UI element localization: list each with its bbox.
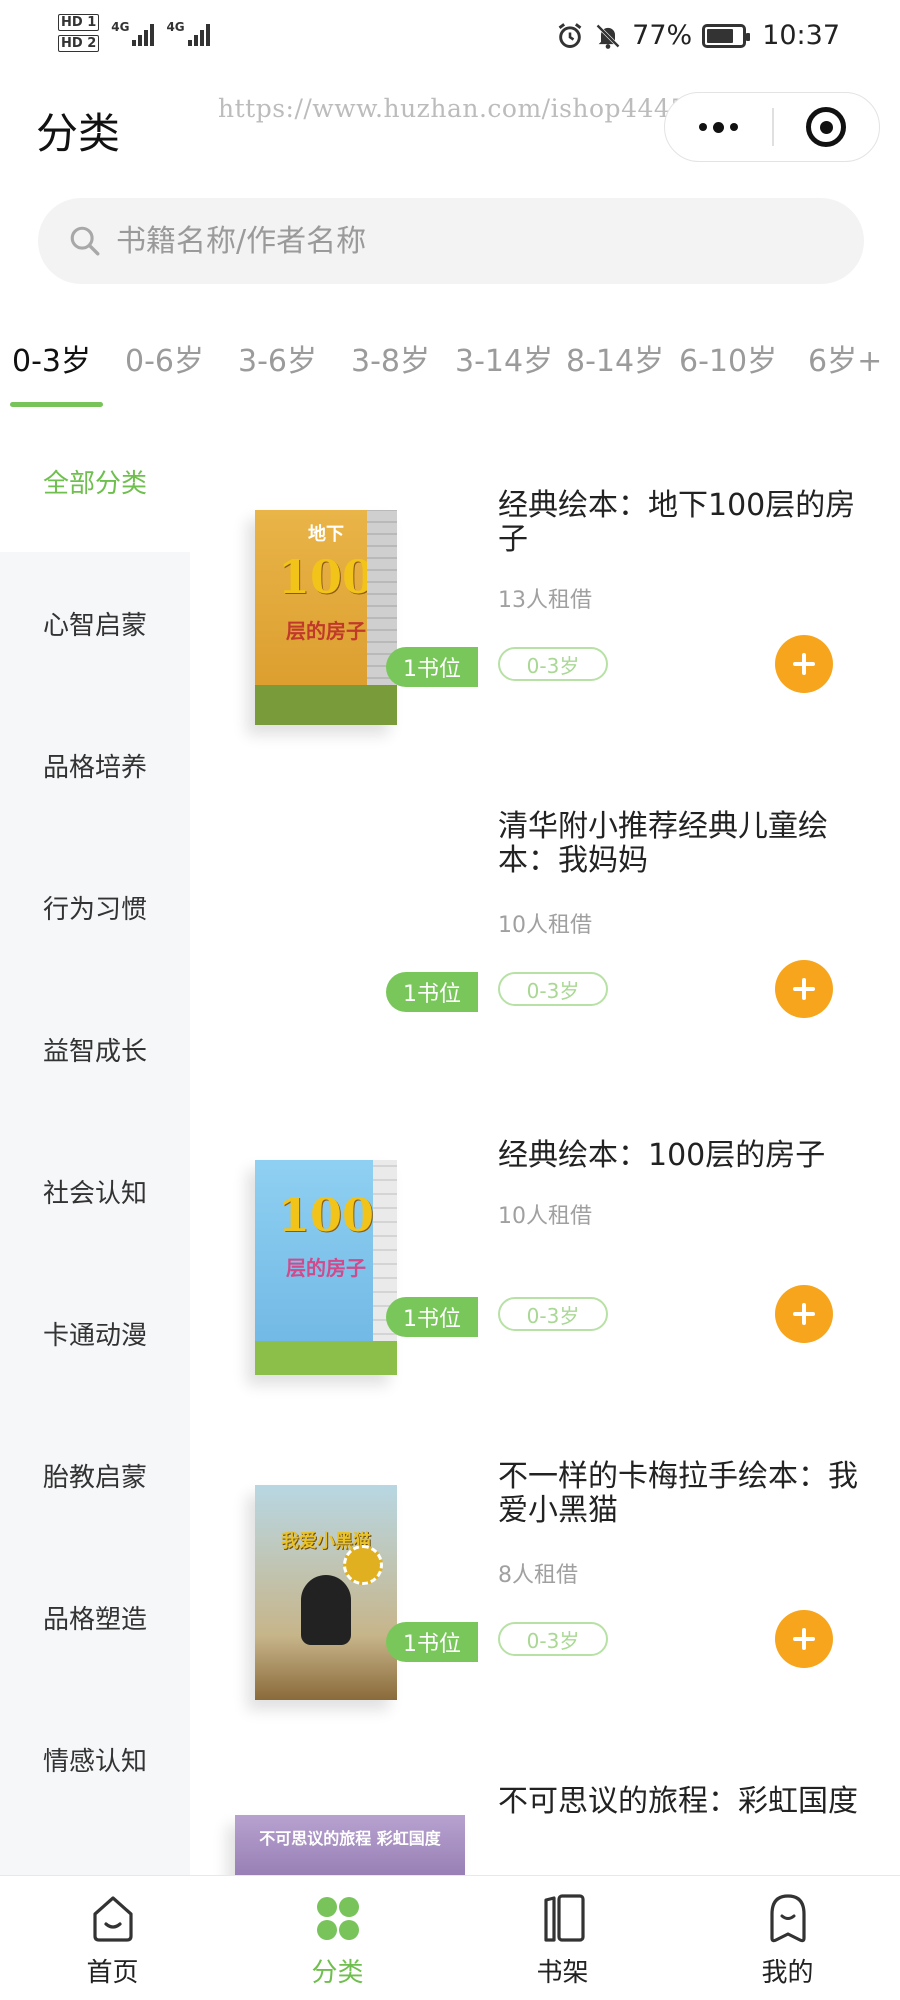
age-tag: 0-3岁	[498, 1297, 608, 1331]
plus-icon	[793, 1628, 815, 1650]
tab-age-6-10[interactable]: 6-10岁	[679, 336, 777, 380]
book-card[interactable]: 1书位 清华附小推荐经典儿童绘本：我妈妈 10人租借 0-3岁	[210, 810, 890, 1135]
rent-count: 13人租借	[498, 588, 592, 613]
sim2-badge: HD 2	[58, 35, 100, 52]
sidebar-item-emotion[interactable]: 情感认知	[0, 1688, 190, 1830]
home-icon	[93, 1896, 133, 1942]
search-icon	[70, 226, 100, 256]
age-tag: 0-3岁	[498, 972, 608, 1006]
battery-icon	[702, 23, 751, 48]
plus-icon	[793, 1303, 815, 1325]
sidebar-item-all[interactable]: 全部分类	[0, 410, 190, 552]
tab-age-3-8[interactable]: 3-8岁	[351, 336, 430, 380]
tab-age-3-6[interactable]: 3-6岁	[238, 336, 317, 380]
slot-badge: 1书位	[386, 972, 478, 1012]
category-grid-icon	[317, 1897, 359, 1940]
book-title: 经典绘本：100层的房子	[498, 1138, 826, 1173]
tab-home[interactable]: 首页	[0, 1876, 225, 2000]
sidebar-item-shaping[interactable]: 品格塑造	[0, 1546, 190, 1688]
book-title: 不可思议的旅程：彩虹国度	[498, 1785, 858, 1819]
network-type-2: 4G	[166, 20, 185, 34]
rent-count: 10人租借	[498, 913, 592, 938]
tab-mine[interactable]: 我的	[675, 1876, 900, 2000]
book-cover-image: 100 层的房子	[255, 1160, 397, 1375]
sidebar-item-social[interactable]: 社会认知	[0, 1120, 190, 1262]
page-title: 分类	[36, 109, 121, 158]
sidebar-item-prenatal[interactable]: 胎教启蒙	[0, 1404, 190, 1546]
book-title: 经典绘本：地下100层的房子	[498, 488, 856, 557]
mute-bell-icon	[596, 23, 620, 49]
cover-title-text: 不可思议的旅程 彩虹国度	[259, 1829, 441, 1848]
book-cover: 我爱小黑猫 1书位	[230, 1470, 478, 1720]
tab-bookshelf-label: 书架	[536, 1958, 589, 1988]
tab-age-3-14[interactable]: 3-14岁	[455, 336, 553, 380]
tab-age-0-6[interactable]: 0-6岁	[125, 336, 204, 380]
plus-icon	[793, 978, 815, 1000]
rent-count: 10人租借	[498, 1204, 592, 1229]
status-bar: HD 1 HD 2 4G 4G 77% 10:37	[0, 0, 900, 78]
sidebar-item-intellect[interactable]: 益智成长	[0, 978, 190, 1120]
sidebar-item-behavior[interactable]: 行为习惯	[0, 836, 190, 978]
active-tab-indicator	[10, 402, 103, 407]
book-card[interactable]: 100 层的房子 1书位 经典绘本：100层的房子 10人租借 0-3岁	[210, 1135, 890, 1460]
tab-category-label: 分类	[311, 1958, 364, 1988]
mini-program-capsule	[664, 92, 880, 162]
rent-count: 8人租借	[498, 1563, 578, 1588]
book-cover-image: 我爱小黑猫	[255, 1485, 397, 1700]
book-cover-image: 地下 100 层的房子	[255, 510, 397, 725]
book-card[interactable]: 不可思议的旅程 彩虹国度 不可思议的旅程：彩虹国度	[210, 1785, 890, 1875]
tab-age-6-plus[interactable]: 6岁+	[808, 336, 882, 380]
plus-icon	[793, 653, 815, 675]
signal-icon: 4G	[111, 20, 155, 46]
alarm-icon	[558, 22, 582, 48]
sidebar-item-character[interactable]: 品格培养	[0, 694, 190, 836]
bottom-tab-bar: 首页 分类 书架 我的	[0, 1875, 900, 2000]
tab-bookshelf[interactable]: 书架	[450, 1876, 675, 2000]
book-cover-image: 不可思议的旅程 彩虹国度	[235, 1815, 465, 1875]
search-input[interactable]	[116, 223, 816, 259]
tab-age-0-3[interactable]: 0-3岁	[12, 336, 91, 380]
network-type-1: 4G	[111, 20, 130, 34]
target-icon	[806, 107, 847, 147]
book-cover: 1书位	[230, 820, 478, 1070]
age-filter-tabs: 0-3岁 0-6岁 3-6岁 3-8岁 3-14岁 8-14岁 6-10岁 6岁…	[0, 320, 900, 410]
signal-indicators: HD 1 HD 2 4G 4G	[58, 14, 210, 52]
bookshelf-icon	[544, 1894, 585, 1942]
slot-badge: 1书位	[386, 1622, 478, 1662]
add-to-shelf-button[interactable]	[775, 1610, 833, 1668]
watermark-text: https://www.huzhan.com/ishop44453	[218, 94, 704, 123]
tab-home-label: 首页	[86, 1958, 139, 1988]
book-cover: 100 层的房子 1书位	[230, 1145, 478, 1395]
battery-percent: 77%	[632, 20, 693, 51]
add-to-shelf-button[interactable]	[775, 635, 833, 693]
book-title: 不一样的卡梅拉手绘本：我爱小黑猫	[498, 1459, 858, 1528]
add-to-shelf-button[interactable]	[775, 1285, 833, 1343]
sidebar-item-cartoon[interactable]: 卡通动漫	[0, 1262, 190, 1404]
signal-icon: 4G	[166, 20, 210, 46]
nav-header: 分类 https://www.huzhan.com/ishop44453	[0, 80, 900, 170]
age-tag: 0-3岁	[498, 1622, 608, 1656]
book-cover: 地下 100 层的房子 1书位	[230, 495, 478, 745]
tab-mine-label: 我的	[761, 1958, 814, 1988]
add-to-shelf-button[interactable]	[775, 960, 833, 1018]
close-mini-program-button[interactable]	[774, 107, 880, 147]
book-card[interactable]: 地下 100 层的房子 1书位 经典绘本：地下100层的房子 13人租借 0-3…	[210, 485, 890, 810]
sim1-badge: HD 1	[58, 14, 100, 31]
search-bar[interactable]	[38, 198, 864, 284]
book-card[interactable]: 我爱小黑猫 1书位 不一样的卡梅拉手绘本：我爱小黑猫 8人租借 0-3岁	[210, 1460, 890, 1785]
age-tag: 0-3岁	[498, 647, 608, 681]
tab-category[interactable]: 分类	[225, 1876, 450, 2000]
user-icon	[770, 1894, 806, 1943]
book-cover: 不可思议的旅程 彩虹国度	[230, 1795, 465, 1875]
clock: 10:37	[762, 20, 840, 51]
book-title: 清华附小推荐经典儿童绘本：我妈妈	[498, 809, 828, 878]
slot-badge: 1书位	[386, 647, 478, 687]
sidebar-item-mind[interactable]: 心智启蒙	[0, 552, 190, 694]
more-options-button[interactable]	[665, 93, 772, 161]
slot-badge: 1书位	[386, 1297, 478, 1337]
tab-age-8-14[interactable]: 8-14岁	[566, 336, 664, 380]
category-sidebar: 全部分类 心智启蒙 品格培养 行为习惯 益智成长 社会认知 卡通动漫 胎教启蒙 …	[0, 410, 190, 1875]
